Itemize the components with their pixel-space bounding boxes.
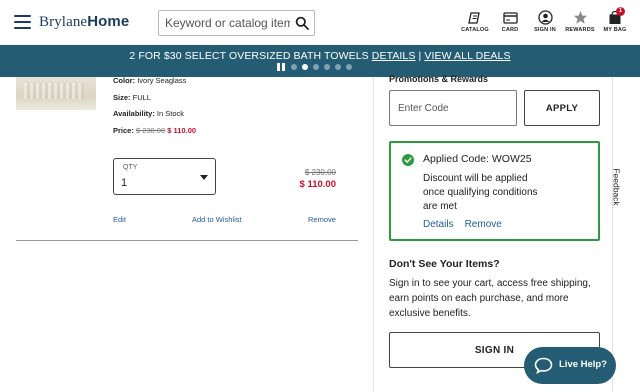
catalog-icon (468, 11, 480, 24)
signin-heading: Don't See Your Items? (389, 258, 500, 270)
card-icon (502, 11, 518, 24)
signin-message: Sign in to see your cart, access free sh… (389, 278, 591, 319)
chat-bubble-icon (534, 357, 553, 374)
menu-icon[interactable] (14, 15, 31, 29)
carousel-dot[interactable] (335, 64, 341, 70)
promotions-heading: Promotions & Rewards (389, 74, 489, 84)
price-sale: $ 110.00 (167, 126, 197, 135)
site-header: BrylaneHome CATALOG CARD SIGN IN REWARDS… (0, 0, 640, 45)
color-label: Color: (113, 76, 136, 85)
product-availability: Availability: In Stock (113, 109, 184, 118)
nav-card[interactable]: CARD (493, 9, 527, 33)
add-to-wishlist-link[interactable]: Add to Wishlist (192, 215, 242, 224)
view-all-deals-link[interactable]: VIEW ALL DEALS (424, 50, 510, 62)
nav-sign-in-label: SIGN IN (534, 27, 556, 33)
logo-prefix: Brylane (39, 14, 88, 30)
line-total-sale: $ 110.00 (299, 179, 336, 190)
star-icon (573, 11, 587, 24)
apply-button[interactable]: APPLY (524, 90, 600, 126)
remove-item-link[interactable]: Remove (308, 215, 336, 224)
nav-catalog-label: CATALOG (461, 27, 489, 33)
line-total-original: $ 230.00 (304, 168, 336, 177)
promo-separator: | (418, 50, 422, 62)
applied-code-message: Discount will be applied once qualifying… (423, 173, 538, 212)
product-color: Color: Ivory Seaglass (113, 76, 186, 85)
search-icon[interactable] (295, 16, 309, 30)
edit-link[interactable]: Edit (113, 215, 126, 224)
bag-count-badge: 1 (616, 7, 625, 16)
nav-rewards-label: REWARDS (565, 27, 595, 33)
header-nav: CATALOG CARD SIGN IN REWARDS 1 MY BAG (457, 7, 632, 33)
product-price: Price: $ 230.00 $ 110.00 (113, 126, 196, 135)
promo-details-link[interactable]: DETAILS (372, 50, 416, 62)
applied-code-box: Applied Code: WOW25 Discount will be app… (389, 141, 600, 241)
price-original: $ 230.00 (135, 126, 166, 135)
color-value: Ivory Seaglass (137, 76, 187, 85)
logo-suffix: Home (87, 13, 130, 30)
pause-icon[interactable] (277, 63, 285, 71)
nav-my-bag-label: MY BAG (603, 27, 627, 33)
carousel-dot[interactable] (346, 64, 352, 70)
search-box (158, 10, 315, 36)
product-size: Size: FULL (113, 93, 151, 102)
nav-card-label: CARD (501, 27, 519, 33)
availability-value: In Stock (156, 109, 185, 118)
carousel-controls (277, 63, 357, 71)
promo-message: 2 FOR $30 SELECT OVERSIZED BATH TOWELS (129, 50, 369, 62)
carousel-dot[interactable] (324, 64, 330, 70)
qty-value: 1 (121, 177, 128, 189)
applied-code-actions: Details Remove (423, 219, 513, 230)
product-image[interactable] (16, 77, 96, 110)
chevron-down-icon (200, 175, 208, 180)
availability-label: Availability: (113, 109, 155, 118)
account-icon (537, 10, 553, 25)
nav-catalog[interactable]: CATALOG (458, 9, 492, 33)
promo-text: 2 FOR $30 SELECT OVERSIZED BATH TOWELS D… (0, 50, 640, 62)
quantity-select[interactable]: QTY 1 (113, 158, 216, 195)
carousel-dot[interactable] (291, 64, 297, 70)
nav-my-bag[interactable]: 1 MY BAG (598, 7, 632, 33)
live-help-label: Live Help? (559, 359, 608, 370)
qty-label: QTY (123, 164, 138, 171)
promo-code-input[interactable] (389, 90, 517, 126)
live-help-button[interactable]: Live Help? (524, 347, 616, 384)
promo-details-button[interactable]: Details (423, 219, 454, 230)
price-label: Price: (113, 126, 134, 135)
search-input[interactable] (165, 14, 290, 32)
feedback-tab[interactable]: Feedback (612, 167, 626, 209)
carousel-dot[interactable] (313, 64, 319, 70)
carousel-dot[interactable] (302, 64, 308, 70)
promo-remove-button[interactable]: Remove (465, 219, 502, 230)
check-circle-icon (402, 154, 414, 166)
divider (16, 240, 358, 241)
nav-rewards[interactable]: REWARDS (563, 9, 597, 33)
feedback-label: Feedback (611, 168, 622, 206)
applied-code-title: Applied Code: WOW25 (423, 153, 532, 165)
brand-logo[interactable]: BrylaneHome (39, 13, 129, 31)
size-label: Size: (113, 93, 131, 102)
promo-banner: 2 FOR $30 SELECT OVERSIZED BATH TOWELS D… (0, 45, 640, 77)
size-value: FULL (132, 93, 151, 102)
nav-sign-in[interactable]: SIGN IN (528, 9, 562, 33)
